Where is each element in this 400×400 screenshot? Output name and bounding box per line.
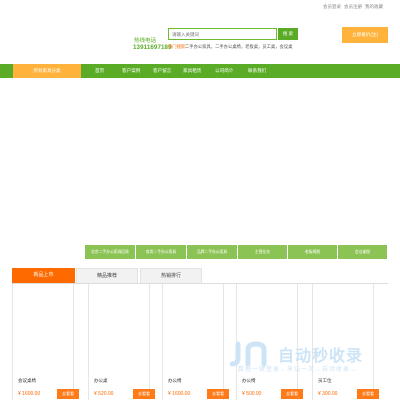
hotline-label: 热线电话 — [134, 38, 157, 44]
category-brand-furniture[interactable]: 品牌二手办公家具 — [187, 245, 238, 259]
product-title: 办公桌 — [94, 378, 108, 383]
product-card[interactable]: 办公桌 ¥ 520.00 去看看 — [88, 284, 155, 400]
product-title: 会议桌椅 — [18, 378, 36, 383]
category-recycle[interactable]: 北京二手办公家具回收 — [85, 245, 136, 259]
watermark-slogan: 数据一键登录→来访一次→自动收录→ — [238, 367, 358, 373]
product-view-button[interactable]: 去看看 — [281, 389, 303, 399]
search-input[interactable] — [169, 29, 276, 39]
product-price: ¥ 1600.00 — [168, 391, 191, 397]
product-view-button[interactable]: 去看看 — [207, 389, 229, 399]
product-view-button[interactable]: 去看看 — [133, 389, 155, 399]
nav-item-about[interactable]: 公司简介 — [215, 64, 233, 78]
favorites-link[interactable]: 我的收藏 — [365, 4, 383, 10]
nav-item-messages[interactable]: 客户留言 — [153, 64, 171, 78]
watermark-brand: 自动秒收录 — [278, 348, 364, 365]
register-link[interactable]: 会员注册 — [344, 4, 362, 10]
all-categories-button[interactable]: 所有家具分类 — [13, 64, 81, 78]
search-button[interactable]: 搜 索 — [278, 28, 298, 40]
product-view-button[interactable]: 去看看 — [57, 389, 79, 399]
tab-new-arrivals[interactable]: 新品上市 — [12, 268, 75, 283]
product-price: ¥ 500.00 — [242, 391, 262, 397]
search-box — [168, 28, 277, 40]
product-title: 办公椅 — [168, 378, 182, 383]
nav-item-rental[interactable]: 家具租赁 — [183, 64, 201, 78]
hotline-number: 13911697189 — [133, 44, 172, 51]
login-link[interactable]: 会员登录 — [323, 4, 341, 10]
product-card[interactable]: 办公椅 ¥ 1600.00 去看看 — [162, 284, 229, 400]
category-main-business[interactable]: 主营业务 — [238, 245, 288, 259]
category-used-furniture[interactable]: 各类二手办公家具 — [136, 245, 187, 259]
tab-best-sellers[interactable]: 热销排行 — [140, 268, 202, 283]
product-price: ¥ 300.00 — [318, 391, 338, 397]
nav-item-cases[interactable]: 客户案例 — [122, 64, 140, 78]
category-boss-chair[interactable]: 老板椅图 — [288, 245, 338, 259]
product-card[interactable]: 会议桌椅 ¥ 1600.00 去看看 — [12, 284, 79, 400]
quote-button[interactable]: 立即报价(注) — [342, 27, 388, 43]
nav-item-contact[interactable]: 联系我们 — [248, 64, 266, 78]
product-view-button[interactable]: 去看看 — [357, 389, 379, 399]
tab-recommended[interactable]: 精品推荐 — [76, 268, 138, 283]
category-bar: 北京二手办公家具回收 各类二手办公家具 品牌二手办公家具 主营业务 老板椅图 会… — [85, 245, 388, 259]
nav-item-home[interactable]: 首页 — [95, 64, 104, 78]
product-price: ¥ 520.00 — [94, 391, 114, 397]
hot-search-links[interactable]: 二手办公家具，二手办公桌椅，老板桌，员工桌，会议桌 — [185, 44, 292, 50]
watermark: 自动秒收录 数据一键登录→来访一次→自动收录→ — [230, 340, 390, 380]
category-meeting-table[interactable]: 会议桌图 — [338, 245, 388, 259]
product-price: ¥ 1600.00 — [18, 391, 41, 397]
